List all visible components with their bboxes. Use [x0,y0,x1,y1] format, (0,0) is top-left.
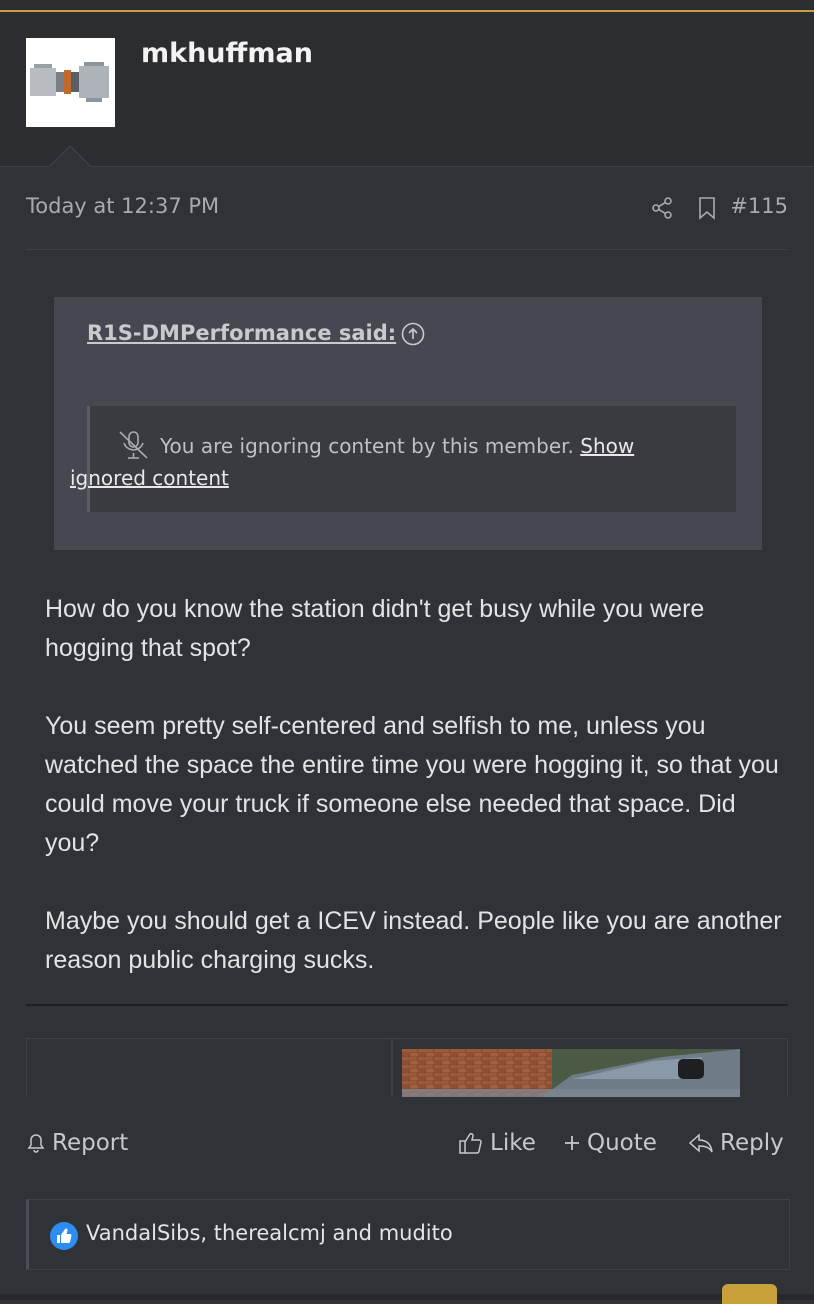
share-icon[interactable] [650,196,674,220]
like-reaction-icon [50,1222,78,1250]
divider [26,249,788,250]
post-timestamp[interactable]: Today at 12:37 PM [26,194,219,218]
attachment-thumbnail[interactable] [402,1049,740,1097]
body-paragraph: How do you know the station didn't get b… [45,595,705,662]
username[interactable]: mkhuffman [141,38,313,69]
scroll-to-top-button[interactable] [722,1284,777,1304]
ignored-content-text: You are ignoring content by this member.… [70,434,635,490]
post-header: mkhuffman [0,12,814,167]
report-label: Report [52,1130,129,1156]
ignored-content-notice: You are ignoring content by this member.… [70,406,736,512]
top-accent-bar [0,0,814,12]
reply-button[interactable]: Reply [688,1130,784,1156]
quote-author-link[interactable]: R1S-DMPerformance said: [87,321,396,345]
quote-label: Quote [587,1130,657,1156]
show-ignored-content-link[interactable]: Show [580,434,634,458]
post-body: How do you know the station didn't get b… [45,590,785,1019]
body-paragraph: Maybe you should get a ICEV instead. Peo… [45,907,782,974]
reply-arrow-icon [688,1133,713,1153]
plus-icon [565,1136,579,1150]
reactions-users[interactable]: VandalSibs, therealcmj and mudito [86,1221,453,1245]
reactions-bar[interactable]: VandalSibs, therealcmj and mudito [26,1199,790,1270]
bell-icon [27,1134,45,1153]
divider [26,1004,788,1006]
quote-block: R1S-DMPerformance said: You are ignoring… [54,297,762,550]
post-actions: Report Like Quote Reply [26,1130,788,1166]
post-meta: Today at 12:37 PM #115 [26,194,788,224]
bookmark-icon[interactable] [696,196,718,220]
attachment-slot[interactable] [26,1038,392,1097]
report-button[interactable]: Report [26,1130,128,1156]
body-paragraph: You seem pretty self-centered and selfis… [45,712,779,857]
quote-button[interactable]: Quote [563,1130,657,1156]
reply-label: Reply [720,1130,784,1156]
like-button[interactable]: Like [458,1130,536,1156]
bottom-strip [0,1294,814,1300]
avatar[interactable] [26,38,115,127]
like-label: Like [490,1130,536,1156]
attachment-slot[interactable] [392,1038,788,1097]
arrow-up-circle-icon[interactable] [401,322,425,346]
thumbs-up-icon [459,1132,482,1154]
show-ignored-content-link-cont[interactable]: ignored content [70,466,229,490]
post-number-link[interactable]: #115 [730,194,788,218]
